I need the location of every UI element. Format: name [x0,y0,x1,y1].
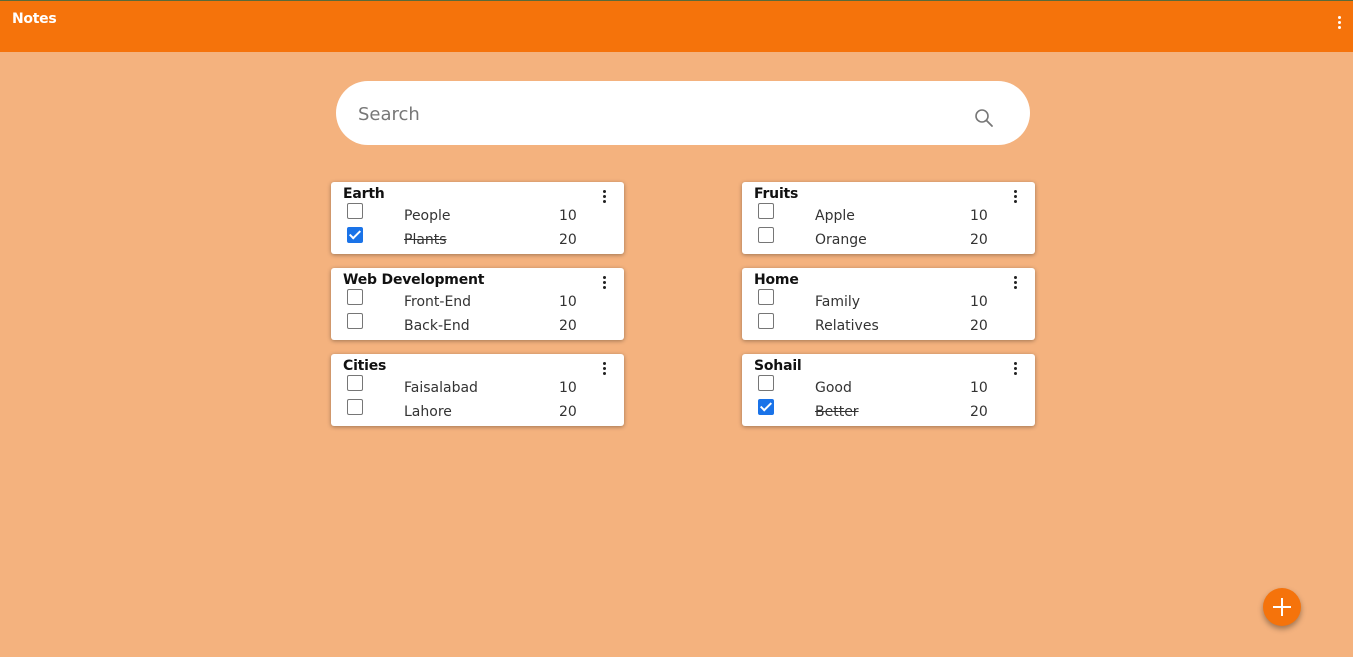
item-label: Orange [815,232,867,248]
item-label: Front-End [404,294,472,310]
item-label: Family [815,294,861,310]
item-label: Faisalabad [404,380,478,396]
item-quantity: 10 [970,380,988,396]
app-title: Notes [12,11,57,27]
item-checkbox[interactable] [758,375,774,391]
note-title: Fruits [754,186,799,202]
note-title: Sohail [754,358,802,374]
item-checkbox[interactable] [347,399,363,415]
item-quantity: 20 [559,404,577,420]
note-item: Better 20 [742,399,1035,426]
note-item: Orange 20 [742,227,1035,254]
item-checkbox[interactable] [758,203,774,219]
item-label: Plants [404,232,447,248]
note-item: Lahore 20 [331,399,624,426]
note-item: Front-End 10 [331,289,624,316]
item-quantity: 20 [970,318,988,334]
note-title: Web Development [343,272,485,288]
note-card-fruits: Fruits Apple 10 Orange 20 [742,182,1035,254]
note-title: Cities [343,358,387,374]
note-item: Good 10 [742,375,1035,402]
note-item: Family 10 [742,289,1035,316]
item-checkbox[interactable] [347,289,363,305]
item-quantity: 10 [559,208,577,224]
note-card-home: Home Family 10 Relatives 20 [742,268,1035,340]
item-quantity: 20 [970,232,988,248]
note-title: Earth [343,186,385,202]
item-checkbox[interactable] [347,313,363,329]
more-vertical-icon[interactable] [596,359,612,379]
item-quantity: 20 [970,404,988,420]
item-checkbox[interactable] [758,227,774,243]
item-checkbox[interactable] [758,399,774,415]
item-label: Apple [815,208,855,224]
more-vertical-icon[interactable] [596,187,612,207]
item-quantity: 20 [559,232,577,248]
note-item: People 10 [331,203,624,230]
more-vertical-icon[interactable] [596,273,612,293]
item-checkbox[interactable] [347,227,363,243]
search-bar [336,81,1030,145]
note-item: Relatives 20 [742,313,1035,340]
item-quantity: 10 [970,208,988,224]
item-checkbox[interactable] [758,289,774,305]
note-card-web-development: Web Development Front-End 10 Back-End 20 [331,268,624,340]
item-label: Back-End [404,318,470,334]
item-label: Relatives [815,318,879,334]
search-icon[interactable] [974,108,994,128]
note-item: Faisalabad 10 [331,375,624,402]
item-label: Good [815,380,852,396]
note-title: Home [754,272,799,288]
item-label: People [404,208,451,224]
add-note-button[interactable] [1263,588,1301,626]
search-input[interactable] [356,95,960,133]
note-item: Apple 10 [742,203,1035,230]
more-vertical-icon[interactable] [1007,273,1023,293]
item-label: Lahore [404,404,452,420]
item-checkbox[interactable] [347,203,363,219]
item-quantity: 10 [559,380,577,396]
item-label: Better [815,404,859,420]
item-checkbox[interactable] [347,375,363,391]
note-item: Back-End 20 [331,313,624,340]
app-header: Notes [0,0,1353,52]
note-card-sohail: Sohail Good 10 Better 20 [742,354,1035,426]
more-vertical-icon[interactable] [1331,13,1347,33]
item-quantity: 10 [559,294,577,310]
note-card-cities: Cities Faisalabad 10 Lahore 20 [331,354,624,426]
note-item: Plants 20 [331,227,624,254]
note-card-earth: Earth People 10 Plants 20 [331,182,624,254]
more-vertical-icon[interactable] [1007,187,1023,207]
more-vertical-icon[interactable] [1007,359,1023,379]
item-checkbox[interactable] [758,313,774,329]
item-quantity: 10 [970,294,988,310]
item-quantity: 20 [559,318,577,334]
